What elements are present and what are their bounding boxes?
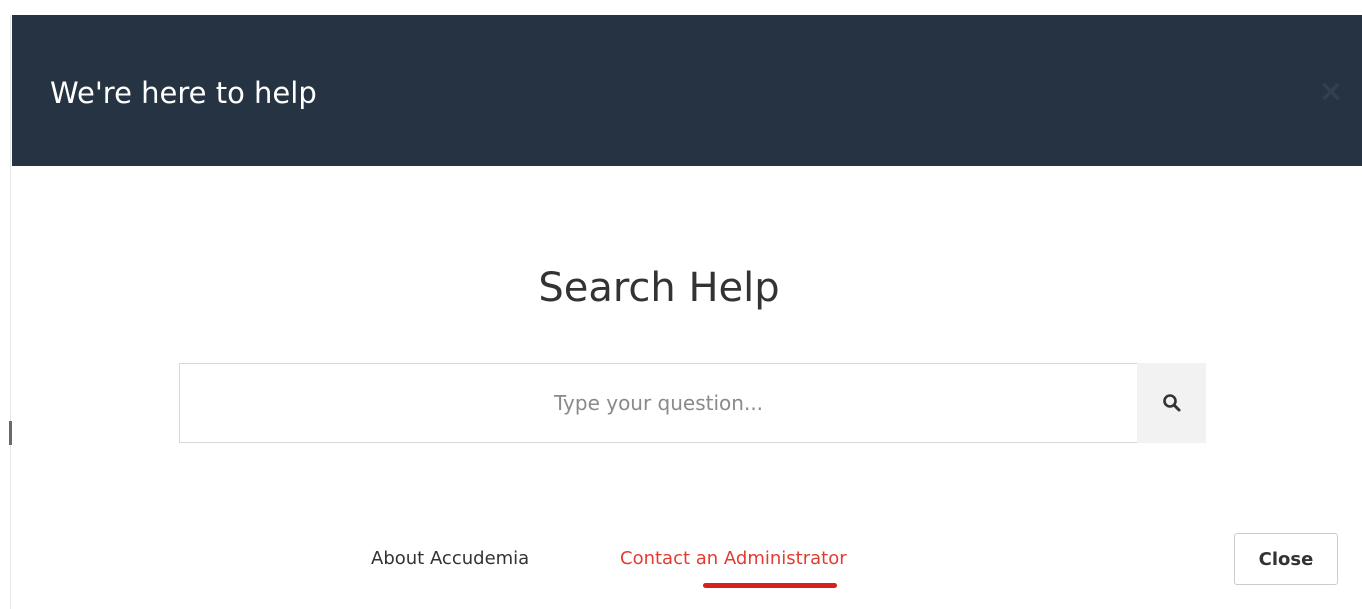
close-icon[interactable]: ×	[1318, 74, 1344, 109]
page-edge-mark	[9, 421, 12, 445]
modal-header: We're here to help ×	[12, 15, 1362, 166]
modal-title: We're here to help	[50, 76, 317, 110]
annotation-underline	[703, 583, 837, 588]
search-button[interactable]	[1137, 363, 1206, 443]
contact-administrator-link[interactable]: Contact an Administrator	[620, 546, 847, 572]
about-accudemia-link[interactable]: About Accudemia	[371, 546, 529, 572]
search-input[interactable]	[179, 363, 1137, 443]
close-button[interactable]: Close	[1234, 533, 1338, 585]
help-modal: We're here to help × Search Help About A…	[0, 0, 1362, 609]
search-heading: Search Help	[538, 265, 780, 311]
search-icon	[1162, 394, 1180, 412]
backdrop-top	[0, 0, 1362, 15]
